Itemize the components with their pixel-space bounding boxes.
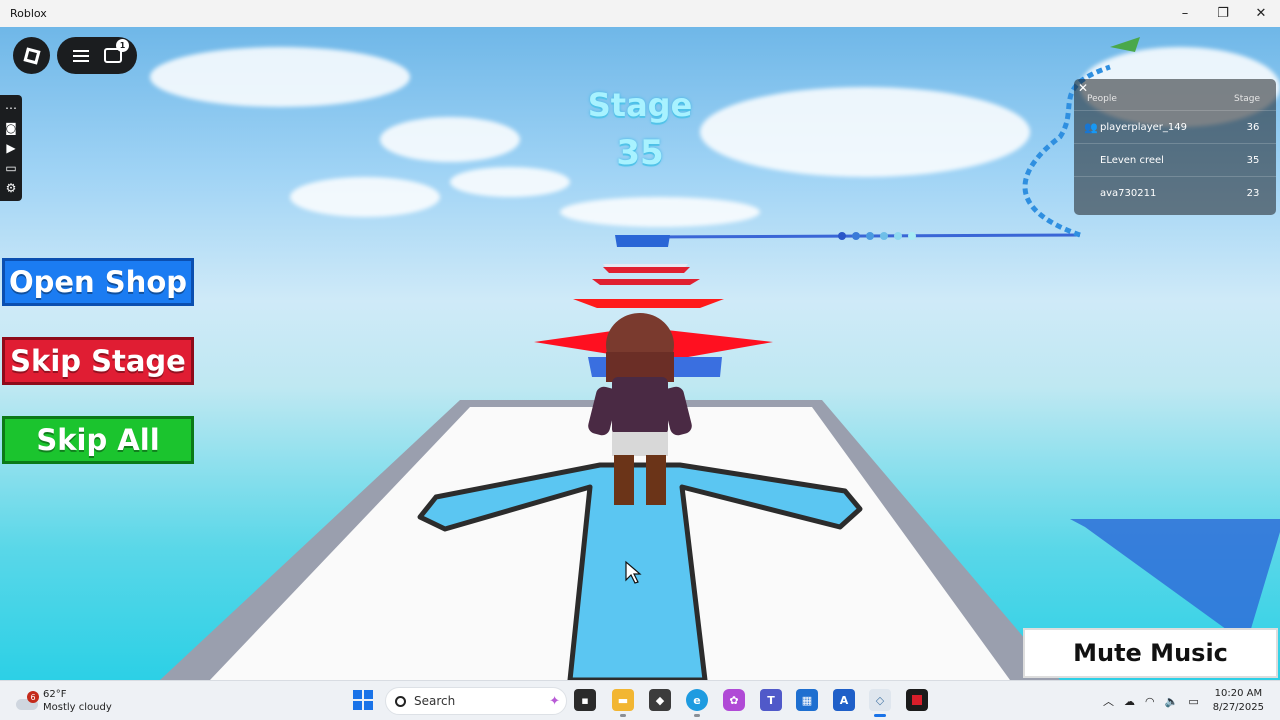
leaderboard: ✕ People Stage 👥 playerplayer_149 36 ELe…: [1074, 79, 1276, 215]
camera-icon[interactable]: ◙: [5, 121, 17, 135]
start-button[interactable]: [353, 690, 373, 710]
leaderboard-row[interactable]: ava730211 23: [1074, 176, 1276, 209]
stage-column-header: Stage: [1233, 94, 1260, 104]
onedrive-cloud-icon[interactable]: ☁: [1124, 695, 1135, 708]
player-stage: 36: [1246, 121, 1260, 133]
stage-number: 35: [616, 133, 664, 173]
player-name: ava730211: [1100, 187, 1157, 199]
menu-chat-pill: 1: [57, 37, 137, 74]
player-stage: 23: [1246, 187, 1260, 199]
path-dot: [866, 232, 874, 240]
temperature: 62°F: [43, 689, 67, 700]
microsoft-store-icon[interactable]: ▦: [796, 689, 818, 711]
avatar-boot: [614, 455, 634, 505]
friends-icon: 👥: [1084, 120, 1098, 134]
skip-all-button[interactable]: Skip All: [2, 416, 194, 464]
leaderboard-row[interactable]: ELeven creel 35: [1074, 143, 1276, 176]
roblox-app-icon[interactable]: ◇: [869, 689, 891, 717]
windows-taskbar: 6 62°F Mostly cloudy Search ✦ ▪ ▬ ◆ e ✿ …: [0, 680, 1280, 720]
window-title: Roblox: [10, 7, 47, 20]
window-title-bar: Roblox – ❐ ✕: [0, 0, 1280, 27]
leaderboard-row[interactable]: 👥 playerplayer_149 36: [1074, 110, 1276, 143]
photos-app-icon[interactable]: ◆: [649, 689, 671, 711]
tree: [1110, 37, 1140, 52]
stage-indicator: Stage 35: [560, 81, 720, 177]
game-viewport[interactable]: 1 ⋯ ◙ ▶ ▭ ⚙ Open Shop Skip Stage Skip Al…: [0, 27, 1280, 680]
minimize-button[interactable]: –: [1166, 0, 1204, 27]
weather-condition: Mostly cloudy: [43, 702, 112, 713]
window-controls: – ❐ ✕: [1166, 0, 1280, 27]
system-tray: ︿ ☁ ◠ 🔈 ▭ 10:20 AM 8/27/2025: [1103, 681, 1280, 720]
left-toolbar: ⋯ ◙ ▶ ▭ ⚙: [0, 95, 22, 201]
clock-date: 8/27/2025: [1212, 702, 1264, 713]
chevron-up-icon[interactable]: ︿: [1103, 693, 1114, 709]
gear-icon[interactable]: ⚙: [6, 181, 17, 195]
azure-app-icon[interactable]: A: [833, 689, 855, 711]
cloudy-weather-icon: 6: [16, 691, 40, 711]
avatar-torso: [612, 377, 668, 435]
path-dot: [852, 232, 860, 240]
battery-icon[interactable]: ▭: [1188, 695, 1198, 708]
close-button[interactable]: ✕: [1242, 0, 1280, 27]
windows-icon[interactable]: ▭: [5, 161, 16, 175]
people-column-header: People: [1087, 94, 1117, 104]
task-view-icon[interactable]: ▪: [574, 689, 596, 711]
leaderboard-header: People Stage: [1087, 94, 1260, 104]
player-stage: 35: [1246, 154, 1260, 166]
player-name: ELeven creel: [1100, 154, 1164, 166]
volume-icon[interactable]: 🔈: [1165, 695, 1179, 708]
roblox-logo-icon: [22, 46, 41, 65]
path-dot: [894, 232, 902, 240]
hamburger-menu-icon[interactable]: [72, 49, 89, 62]
leaderboard-close-icon[interactable]: ✕: [1078, 81, 1088, 95]
distant-platform: [573, 299, 724, 308]
path-dot: [880, 232, 888, 240]
overflow-menu-icon[interactable]: ⋯: [5, 101, 17, 115]
distant-platform: [592, 279, 700, 285]
copilot-icon[interactable]: ✿: [723, 689, 745, 711]
wifi-icon[interactable]: ◠: [1145, 695, 1155, 708]
avatar-boot: [646, 455, 666, 505]
distant-platform: [603, 267, 690, 273]
skip-stage-button[interactable]: Skip Stage: [2, 337, 194, 385]
roblox-studio-icon[interactable]: [906, 689, 928, 711]
search-placeholder: Search: [414, 694, 456, 708]
video-record-icon[interactable]: ▶: [6, 141, 15, 155]
weather-alert-badge: 6: [27, 691, 39, 703]
player-name: playerplayer_149: [1100, 121, 1187, 133]
lower-ramp: [1070, 519, 1280, 632]
chat-unread-badge: 1: [116, 39, 129, 52]
avatar-legs: [612, 432, 668, 456]
distant-platform: [615, 235, 670, 247]
edge-browser-icon[interactable]: e: [686, 689, 708, 717]
search-icon: [395, 695, 406, 707]
mute-music-button[interactable]: Mute Music: [1023, 628, 1278, 678]
taskbar-search[interactable]: Search ✦: [385, 687, 567, 715]
path-dot: [838, 232, 846, 240]
teams-icon[interactable]: T: [760, 689, 782, 711]
roblox-menu-button[interactable]: [13, 37, 50, 74]
restore-button[interactable]: ❐: [1204, 0, 1242, 27]
clock-time: 10:20 AM: [1214, 688, 1263, 699]
stage-label: Stage: [587, 86, 693, 124]
path-dot: [908, 232, 916, 240]
file-explorer-icon[interactable]: ▬: [612, 689, 634, 717]
search-highlight-icon: ✦: [549, 693, 560, 709]
system-clock[interactable]: 10:20 AM 8/27/2025: [1213, 687, 1264, 715]
open-shop-button[interactable]: Open Shop: [2, 258, 194, 306]
weather-widget[interactable]: 6 62°F Mostly cloudy: [16, 687, 112, 715]
